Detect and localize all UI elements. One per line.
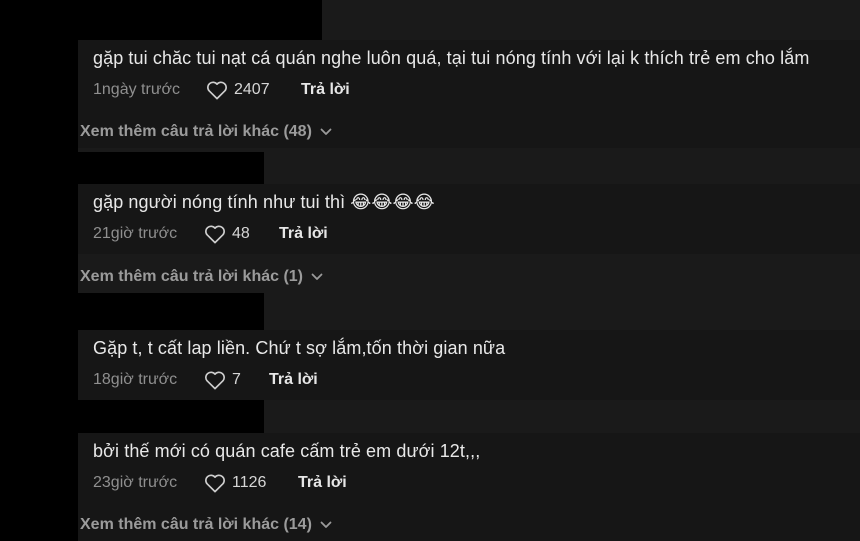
comment-text: gặp người nóng tính như tui thì 😂😂😂😂 bbox=[93, 192, 435, 212]
view-more-replies-label: Xem thêm câu trả lời khác (1) bbox=[80, 268, 304, 285]
username-redaction bbox=[78, 293, 264, 333]
comment-meta: 1ngày trước 2407 Trả lời bbox=[93, 80, 350, 100]
view-more-replies-button[interactable]: Xem thêm câu trả lời khác (48) bbox=[80, 123, 332, 141]
reply-button[interactable]: Trả lời bbox=[301, 81, 350, 99]
comment-item: Gặp t, t cất lap liền. Chứ t sợ lắm,tốn … bbox=[78, 330, 860, 400]
comment-timestamp: 23giờ trước bbox=[93, 474, 178, 491]
heart-outline-icon bbox=[205, 225, 225, 244]
reply-button[interactable]: Trả lời bbox=[279, 225, 328, 243]
heart-outline-icon bbox=[207, 81, 227, 100]
comment-item: gặp người nóng tính như tui thì 😂😂😂😂 21g… bbox=[78, 184, 860, 254]
like-count: 7 bbox=[232, 371, 241, 388]
username-redaction bbox=[78, 400, 264, 437]
like-button[interactable]: 48 bbox=[204, 224, 279, 244]
comment-text: bởi thế mới có quán cafe cấm trẻ em dưới… bbox=[93, 441, 481, 461]
heart-outline-icon bbox=[205, 371, 225, 390]
view-more-replies-button[interactable]: Xem thêm câu trả lời khác (1) bbox=[80, 268, 323, 286]
like-count: 48 bbox=[232, 225, 250, 242]
comment-meta: 21giờ trước 48 Trả lời bbox=[93, 224, 328, 244]
left-redaction-strip bbox=[0, 0, 78, 541]
comment-text: gặp tui chăc tui nạt cá quán nghe luôn q… bbox=[93, 48, 810, 68]
comment-text: Gặp t, t cất lap liền. Chứ t sợ lắm,tốn … bbox=[93, 338, 506, 358]
heart-outline-icon bbox=[205, 474, 225, 493]
chevron-down-icon bbox=[320, 128, 332, 135]
view-more-replies-label: Xem thêm câu trả lời khác (48) bbox=[80, 123, 312, 140]
username-redaction bbox=[78, 0, 322, 16]
like-button[interactable]: 1126 bbox=[204, 473, 298, 493]
comment-meta: 23giờ trước 1126 Trả lời bbox=[93, 473, 347, 493]
chevron-down-icon bbox=[311, 273, 323, 280]
comment-meta: 18giờ trước 7 Trả lời bbox=[93, 370, 318, 390]
reply-button[interactable]: Trả lời bbox=[298, 474, 347, 492]
comment-timestamp: 1ngày trước bbox=[93, 81, 181, 98]
like-button[interactable]: 7 bbox=[204, 370, 269, 390]
view-more-replies-button[interactable]: Xem thêm câu trả lời khác (14) bbox=[80, 516, 332, 534]
view-more-replies-label: Xem thêm câu trả lời khác (14) bbox=[80, 516, 312, 533]
chevron-down-icon bbox=[320, 521, 332, 528]
comment-timestamp: 21giờ trước bbox=[93, 225, 178, 242]
like-button[interactable]: 2407 bbox=[206, 80, 301, 100]
like-count: 2407 bbox=[234, 81, 270, 98]
reply-button[interactable]: Trả lời bbox=[269, 371, 318, 389]
like-count: 1126 bbox=[232, 474, 267, 491]
comment-timestamp: 18giờ trước bbox=[93, 371, 178, 388]
